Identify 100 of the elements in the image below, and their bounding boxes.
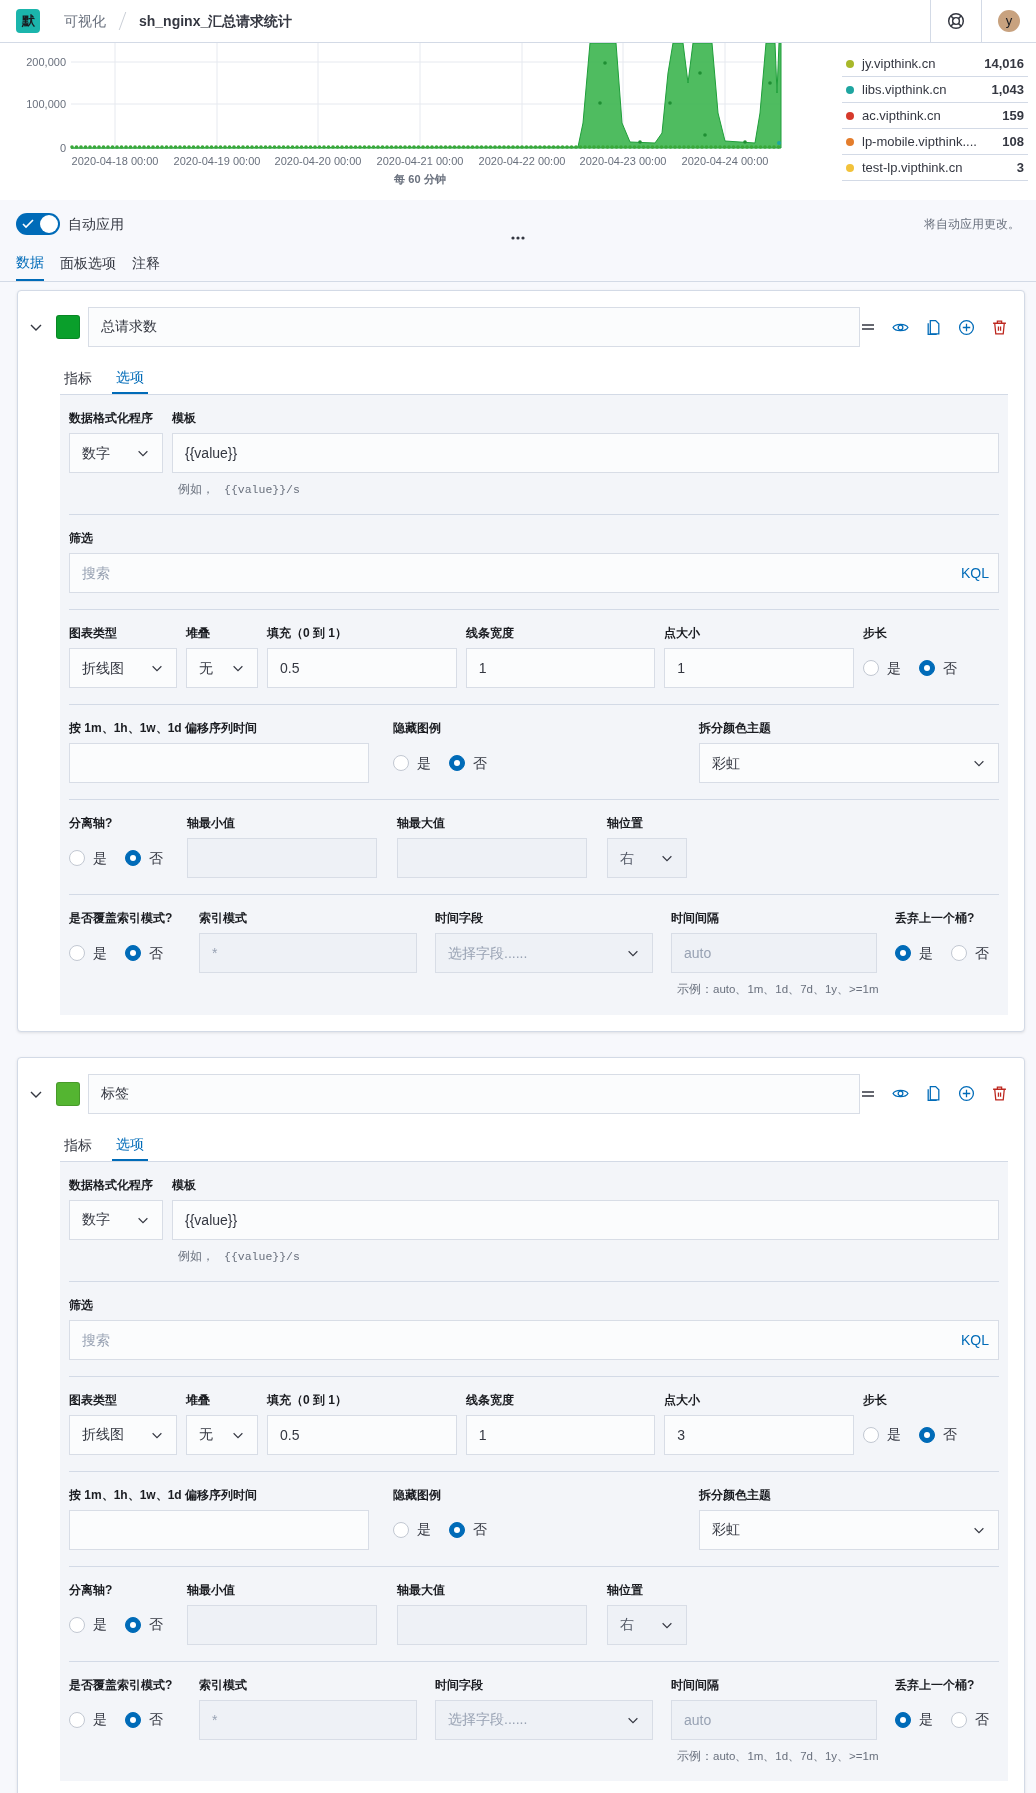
radio-button[interactable] (863, 660, 879, 677)
auto-apply-toggle[interactable] (16, 213, 60, 235)
radio-button[interactable] (895, 945, 911, 962)
input-field[interactable] (69, 743, 369, 784)
radio-button[interactable] (125, 1711, 141, 1728)
input-field[interactable]: 1 (664, 648, 854, 689)
radio-button[interactable] (951, 945, 967, 962)
field-label: 丢弃上一个桶? (895, 1676, 976, 1694)
copy-icon[interactable] (925, 1085, 942, 1102)
editor-tab[interactable]: 面板选项 (60, 246, 116, 281)
radio-button[interactable] (125, 1616, 141, 1633)
select-field[interactable]: 彩虹 (699, 743, 999, 784)
series-tab[interactable]: 指标 (60, 363, 96, 394)
radio-button[interactable] (863, 1426, 879, 1443)
input-field[interactable]: 1 (465, 1414, 656, 1455)
breadcrumb-link[interactable]: 可视化 (64, 10, 106, 32)
series-tab[interactable]: 指标 (60, 1129, 96, 1161)
field-label: 堆叠 (186, 1391, 211, 1409)
select-field[interactable]: 数字 (69, 1199, 163, 1240)
radio-label: 是 (93, 1710, 107, 1730)
radio-label: 是 (93, 1615, 107, 1635)
query-language-button[interactable]: KQL (961, 1329, 989, 1351)
logo-icon[interactable]: 默 (16, 9, 40, 33)
select-field[interactable]: 无 (186, 1414, 258, 1455)
color-swatch[interactable] (56, 1081, 80, 1106)
field-label: 填充（0 到 1） (267, 1391, 348, 1409)
select-field[interactable]: 折线图 (69, 1414, 177, 1455)
input-field[interactable]: 0.5 (267, 648, 457, 689)
input-field[interactable]: {{value}} (172, 1199, 999, 1240)
add-icon[interactable] (958, 318, 975, 336)
field-label: 是否覆盖索引模式? (69, 1676, 174, 1694)
radio-button[interactable] (393, 755, 409, 772)
radio-button[interactable] (449, 1521, 465, 1538)
radio-button[interactable] (125, 945, 141, 962)
radio-button[interactable] (449, 755, 465, 772)
input-field[interactable]: 0.5 (267, 1414, 457, 1455)
legend-label: jy.vipthink.cn (862, 54, 936, 73)
radio-label: 否 (149, 1615, 163, 1635)
radio-label: 否 (149, 943, 163, 963)
select-field[interactable]: 彩虹 (699, 1509, 999, 1550)
field-label: 隐藏图例 (393, 720, 442, 738)
add-icon[interactable] (958, 1085, 975, 1102)
input-field[interactable]: {{value}} (172, 433, 999, 473)
select-field[interactable]: 数字 (69, 433, 163, 473)
editor-tab[interactable]: 数据 (16, 246, 44, 281)
legend-label: test-lp.vipthink.cn (862, 158, 963, 177)
field-label: 填充（0 到 1） (267, 625, 348, 643)
trash-icon[interactable] (991, 318, 1008, 336)
radio-button[interactable] (919, 660, 935, 677)
field-label: 轴最小值 (187, 815, 236, 833)
radio-button[interactable] (69, 850, 85, 867)
color-swatch[interactable] (56, 315, 80, 339)
radio-label: 否 (149, 1710, 163, 1730)
radio-button[interactable] (69, 1711, 85, 1728)
series-tab[interactable]: 选项 (112, 1129, 148, 1161)
user-avatar[interactable]: y (998, 10, 1020, 32)
field-label: 轴最大值 (397, 815, 446, 833)
copy-icon[interactable] (925, 318, 942, 336)
y-axis-label: 100,000 (26, 98, 66, 110)
radio-label: 是 (919, 1710, 933, 1730)
field-label: 分离轴? (69, 1581, 114, 1599)
series-label-field[interactable]: 标签 (88, 1073, 860, 1114)
field-label: 丢弃上一个桶? (895, 910, 976, 928)
radio-button[interactable] (919, 1426, 935, 1443)
field-label: 点大小 (664, 625, 702, 643)
input-field[interactable]: 3 (664, 1414, 854, 1455)
input-field[interactable]: 1 (465, 648, 656, 689)
x-axis-label: 2020-04-18 00:00 (71, 155, 159, 167)
field-label: 时间间隔 (671, 1676, 720, 1694)
radio-button[interactable] (951, 1711, 967, 1728)
field-label: 线条宽度 (465, 625, 515, 643)
radio-label: 是 (919, 943, 933, 963)
field-label: 索引模式 (199, 1676, 248, 1694)
radio-button[interactable] (125, 850, 141, 867)
radio-label: 是 (93, 943, 107, 963)
select-field[interactable]: 无 (186, 648, 258, 689)
radio-button[interactable] (393, 1521, 409, 1538)
field-label: 是否覆盖索引模式? (69, 910, 174, 928)
field-label: 分离轴? (69, 815, 114, 833)
breadcrumb-link[interactable]: sh_nginx_汇总请求统计 (139, 10, 293, 32)
legend-label: ac.vipthink.cn (862, 106, 941, 125)
trash-icon[interactable] (991, 1085, 1008, 1102)
input-field[interactable] (69, 1509, 369, 1550)
field-label: 拆分颜色主题 (699, 720, 772, 738)
query-language-button[interactable]: KQL (961, 563, 989, 585)
check-icon (22, 218, 34, 230)
field-label: 隐藏图例 (393, 1486, 442, 1504)
help-text: 例如， {{value}}/s (177, 482, 301, 498)
legend-value: 1,043 (991, 80, 1024, 99)
field-label: 轴最大值 (397, 1581, 446, 1599)
field-label: 筛选 (69, 1296, 94, 1314)
more-icon[interactable] (510, 234, 526, 242)
editor-tab[interactable]: 注释 (132, 246, 160, 281)
radio-button[interactable] (895, 1711, 911, 1728)
field-label: 轴最小值 (187, 1581, 236, 1599)
radio-button[interactable] (69, 945, 85, 962)
radio-button[interactable] (69, 1616, 85, 1633)
series-label-field[interactable]: 总请求数 (88, 307, 860, 347)
help-icon[interactable] (947, 12, 965, 30)
select-field[interactable]: 折线图 (69, 648, 177, 689)
